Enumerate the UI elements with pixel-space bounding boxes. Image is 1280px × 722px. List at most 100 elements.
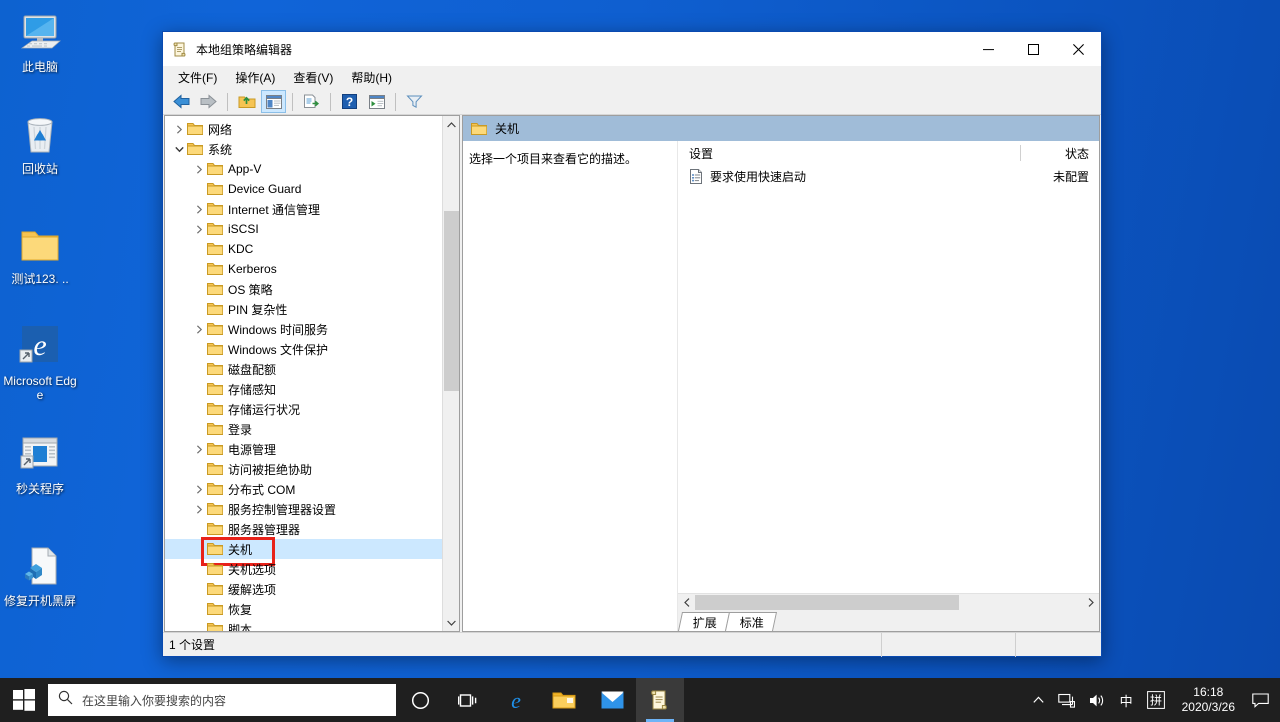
desktop-icon-fix-black-screen[interactable]: 修复开机黑屏: [0, 542, 80, 608]
column-divider[interactable]: [1020, 145, 1021, 161]
notification-icon[interactable]: [1245, 678, 1276, 722]
show-hidden-icons-button[interactable]: [1026, 678, 1051, 722]
chevron-right-icon[interactable]: [191, 481, 207, 497]
menu-view[interactable]: 查看(V): [284, 66, 342, 89]
ime-mode-indicator[interactable]: 中: [1113, 678, 1140, 722]
cortana-icon[interactable]: [396, 678, 444, 722]
scroll-down-button[interactable]: [443, 614, 460, 631]
chevron-right-icon[interactable]: [191, 321, 207, 337]
chevron-right-icon[interactable]: [171, 121, 187, 137]
column-header-setting[interactable]: 设置: [678, 145, 713, 162]
desktop-icon-folder-test123[interactable]: 测试123. ..: [0, 220, 80, 286]
file-explorer-icon[interactable]: [540, 678, 588, 722]
chevron-right-icon[interactable]: [191, 441, 207, 457]
tree-item[interactable]: iSCSI: [165, 219, 442, 239]
tree-item[interactable]: Windows 文件保护: [165, 339, 442, 359]
settings-scroll-track[interactable]: [695, 594, 1082, 611]
desktop-icon-quick-shutdown-program[interactable]: 秒关程序: [0, 430, 80, 496]
folder-icon: [206, 202, 224, 216]
menu-help[interactable]: 帮助(H): [342, 66, 401, 89]
tree-vertical-scrollbar[interactable]: [442, 116, 459, 631]
tree-item[interactable]: 存储运行状况: [165, 399, 442, 419]
start-button[interactable]: [0, 678, 48, 722]
edge-icon[interactable]: e: [492, 678, 540, 722]
tree-item[interactable]: Internet 通信管理: [165, 199, 442, 219]
settings-horizontal-scrollbar[interactable]: [678, 593, 1099, 610]
tree-item[interactable]: 服务控制管理器设置: [165, 499, 442, 519]
application-window-icon: [16, 430, 64, 478]
tree-item[interactable]: 电源管理: [165, 439, 442, 459]
tree-item[interactable]: PIN 复杂性: [165, 299, 442, 319]
maximize-button[interactable]: [1011, 32, 1056, 66]
gpedit-icon[interactable]: [636, 678, 684, 722]
clock[interactable]: 16:18 2020/3/26: [1172, 685, 1245, 715]
tab-standard[interactable]: 标准: [724, 612, 778, 631]
tree-item[interactable]: 登录: [165, 419, 442, 439]
filter-icon[interactable]: [402, 90, 427, 113]
scroll-right-button[interactable]: [1082, 594, 1099, 611]
tab-label: 标准: [739, 615, 764, 630]
tree-item[interactable]: 关机: [165, 537, 442, 566]
properties-icon[interactable]: [364, 90, 389, 113]
settings-list[interactable]: 设置 状态 要求使用快速启动 未配置 扩展 标准: [677, 141, 1099, 631]
tree-item[interactable]: 存储感知: [165, 379, 442, 399]
show-hide-tree-icon[interactable]: [261, 90, 286, 113]
desktop-icon-microsoft-edge[interactable]: e Microsoft Edge: [0, 322, 80, 402]
tree-item[interactable]: 系统: [165, 139, 442, 159]
tree-item[interactable]: 服务器管理器: [165, 519, 442, 539]
tree-item-label: 存储运行状况: [228, 402, 301, 417]
help-icon[interactable]: ?: [337, 90, 362, 113]
tree-item[interactable]: 磁盘配额: [165, 359, 442, 379]
tree-item[interactable]: 分布式 COM: [165, 479, 442, 499]
ime-pinyin-icon[interactable]: 拼: [1140, 678, 1172, 722]
group-policy-editor-window: 本地组策略编辑器 文件(F) 操作(A) 查看(V) 帮助(H) ? 网络 系统…: [162, 31, 1102, 657]
tree-item[interactable]: Kerberos: [165, 259, 442, 279]
tree-item[interactable]: KDC: [165, 239, 442, 259]
chevron-down-icon[interactable]: [171, 141, 187, 157]
chevron-right-icon[interactable]: [191, 161, 207, 177]
chevron-right-icon[interactable]: [191, 221, 207, 237]
close-button[interactable]: [1056, 32, 1101, 66]
chevron-right-icon[interactable]: [191, 501, 207, 517]
volume-icon[interactable]: [1082, 678, 1113, 722]
tree-item[interactable]: 网络: [165, 119, 442, 139]
mail-icon[interactable]: [588, 678, 636, 722]
tree-item[interactable]: 恢复: [165, 599, 442, 619]
tree-scroll-thumb[interactable]: [443, 211, 459, 391]
tree-item[interactable]: OS 策略: [165, 279, 442, 299]
tree-item[interactable]: Device Guard: [165, 179, 442, 199]
view-tabs: 扩展 标准: [677, 610, 1099, 631]
tree-item[interactable]: 访问被拒绝协助: [165, 459, 442, 479]
scroll-left-button[interactable]: [678, 594, 695, 611]
column-header-state[interactable]: 状态: [1065, 145, 1099, 162]
folder-icon: [16, 220, 64, 268]
tree-item[interactable]: App-V: [165, 159, 442, 179]
scroll-up-button[interactable]: [443, 116, 460, 133]
tree-item[interactable]: 脚本: [165, 619, 442, 631]
chevron-right-icon[interactable]: [191, 201, 207, 217]
policy-tree[interactable]: 网络 系统 App-V Device Guard Internet 通信管理 iSCSI K…: [165, 116, 442, 631]
network-icon[interactable]: [1051, 678, 1082, 722]
desktop-icon-this-pc[interactable]: 此电脑: [0, 8, 80, 74]
tree-item[interactable]: Windows 时间服务: [165, 319, 442, 339]
task-view-icon[interactable]: [444, 678, 492, 722]
back-arrow-icon[interactable]: [169, 90, 194, 113]
forward-arrow-icon[interactable]: [196, 90, 221, 113]
export-list-icon[interactable]: [299, 90, 324, 113]
tree-scroll-track[interactable]: [443, 133, 460, 614]
settings-scroll-thumb[interactable]: [695, 594, 959, 610]
up-folder-icon[interactable]: [234, 90, 259, 113]
folder-icon: [206, 302, 224, 316]
tab-extended[interactable]: 扩展: [677, 612, 731, 631]
menu-file[interactable]: 文件(F): [169, 66, 226, 89]
desktop-icon-recycle-bin[interactable]: 回收站: [0, 110, 80, 176]
minimize-button[interactable]: [966, 32, 1011, 66]
tree-item[interactable]: 缓解选项: [165, 579, 442, 599]
search-input[interactable]: 在这里输入你要搜索的内容: [48, 684, 396, 716]
menu-action[interactable]: 操作(A): [226, 66, 284, 89]
table-row[interactable]: 要求使用快速启动 未配置: [678, 165, 1099, 187]
window-titlebar[interactable]: 本地组策略编辑器: [163, 32, 1101, 66]
tree-item[interactable]: 关机选项: [165, 559, 442, 579]
